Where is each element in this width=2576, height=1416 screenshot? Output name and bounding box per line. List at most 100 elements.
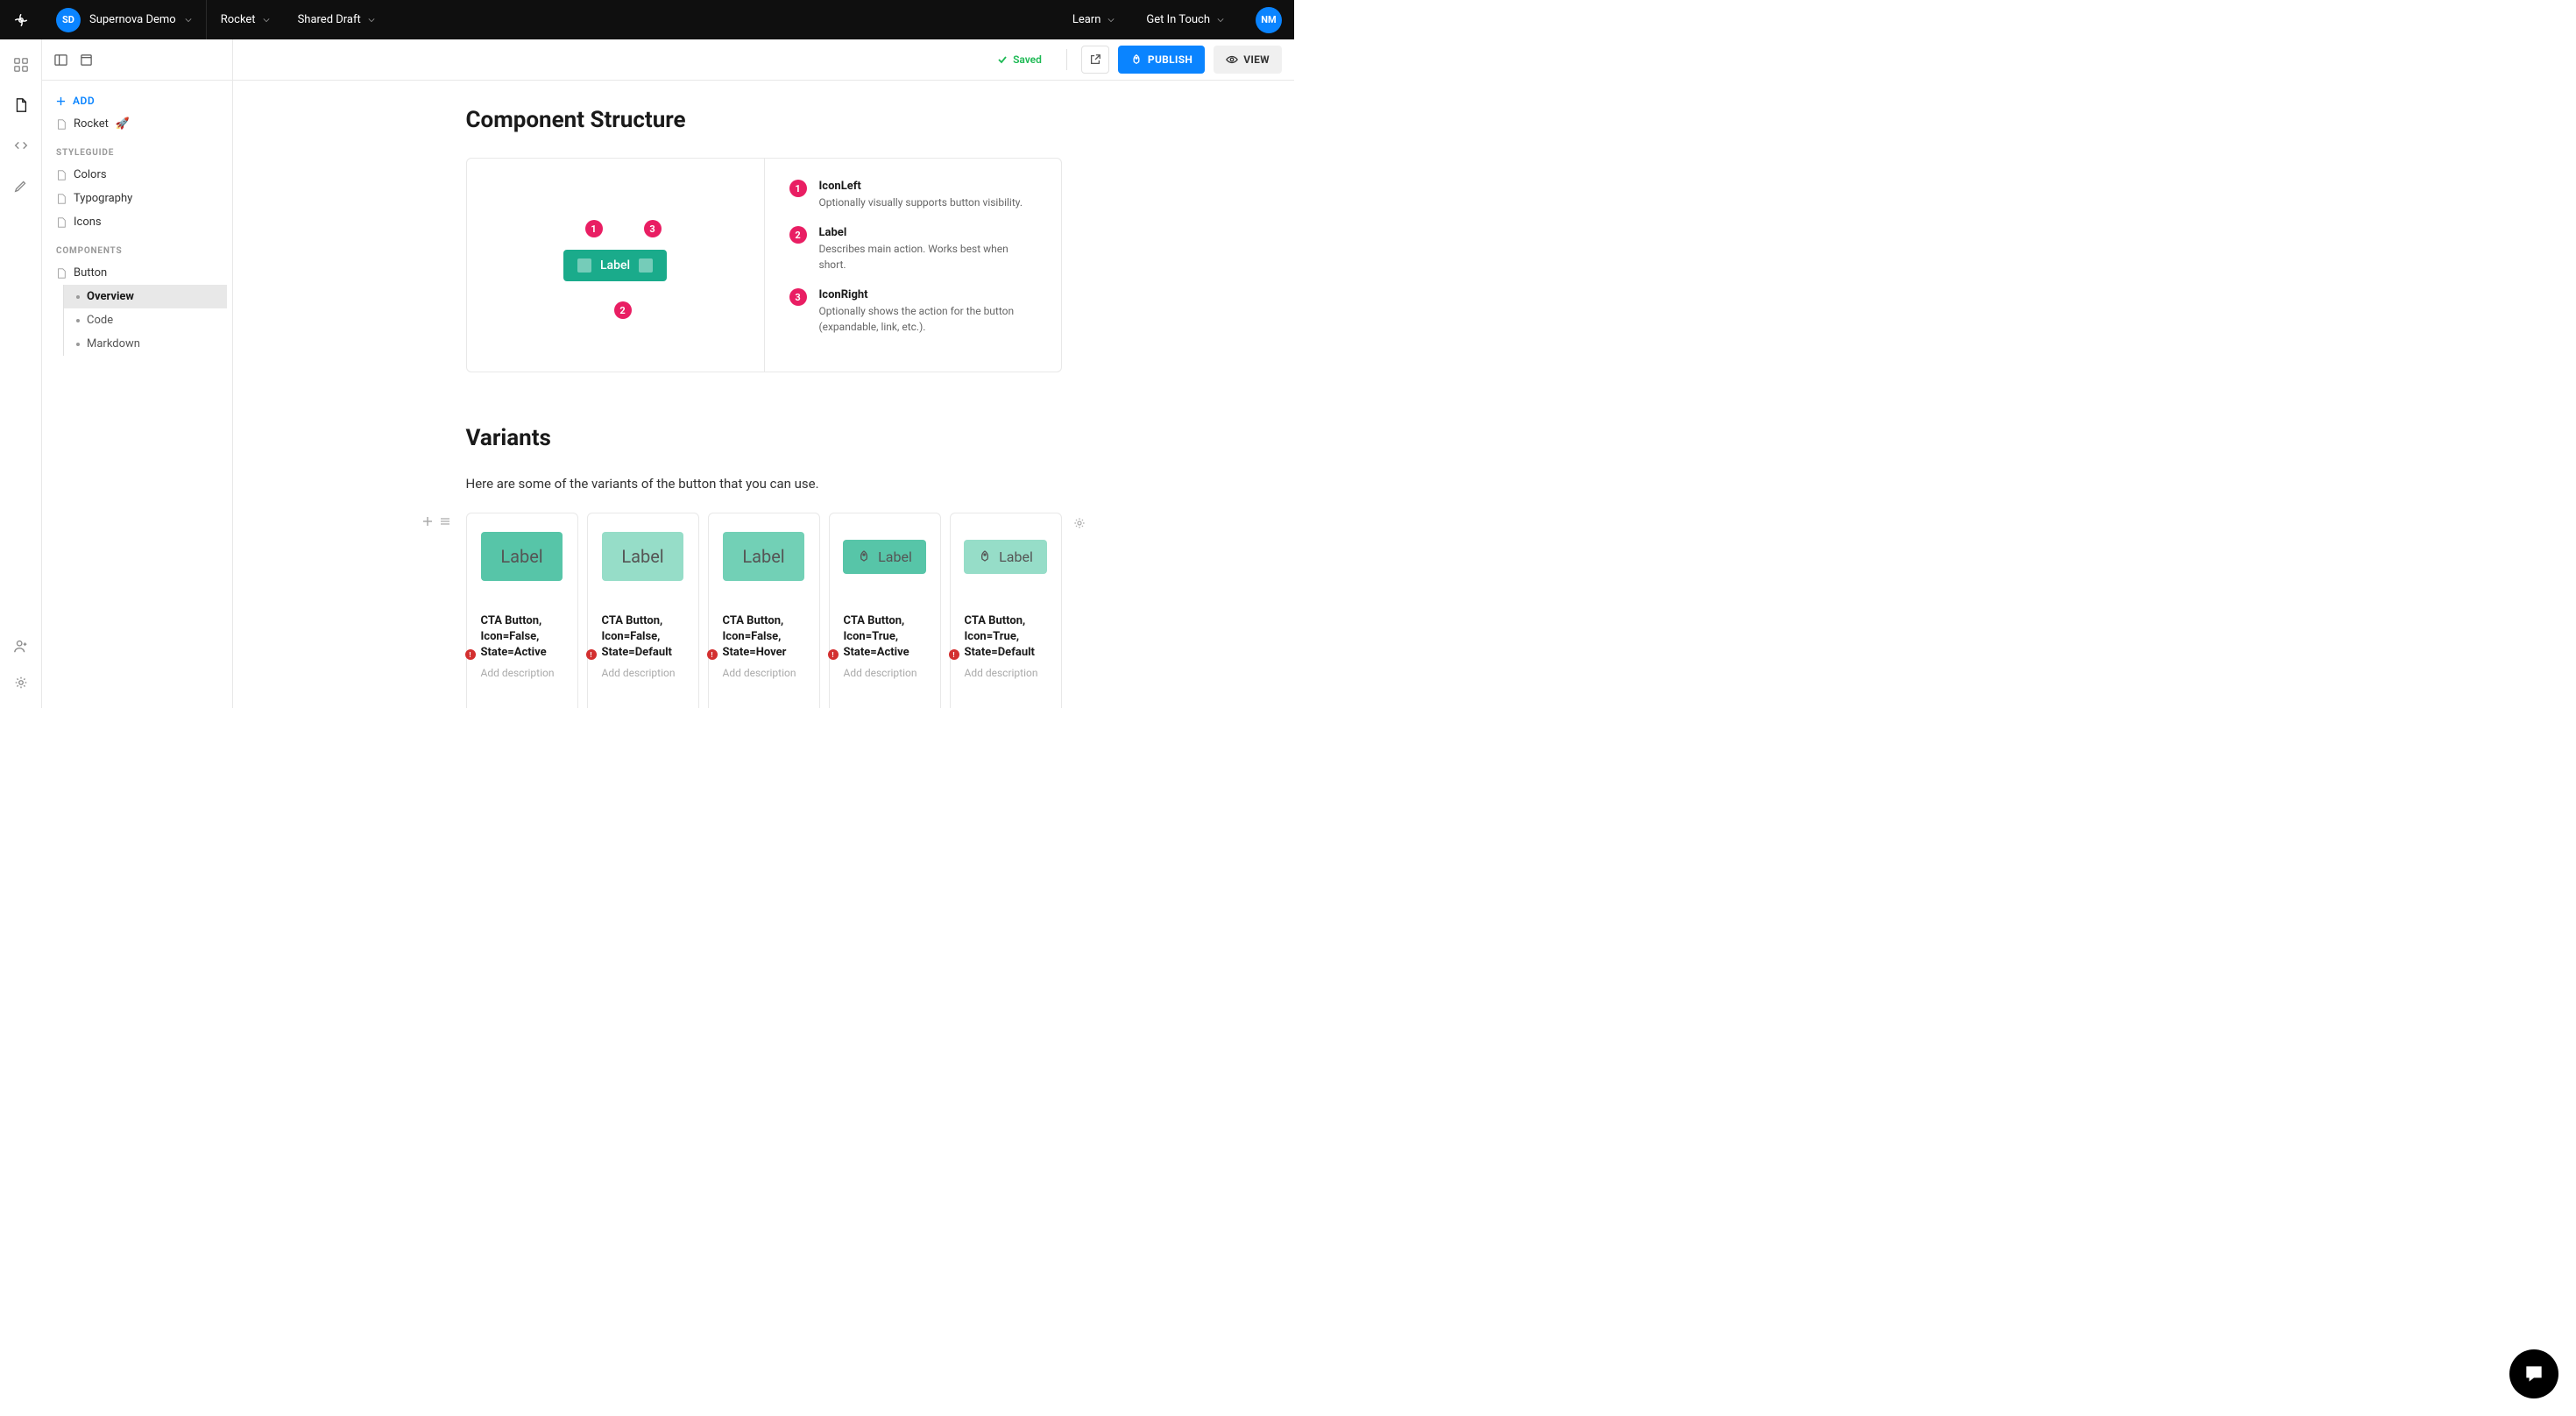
error-icon: !	[707, 649, 718, 660]
variant-preview: Label	[476, 526, 569, 587]
document-icon[interactable]	[13, 97, 29, 113]
nav-sub-overview[interactable]: Overview	[64, 285, 227, 308]
view-button[interactable]: VIEW	[1214, 46, 1282, 74]
draft-dropdown[interactable]: Shared Draft	[284, 0, 389, 39]
nav-item-icons[interactable]: Icons	[47, 210, 227, 234]
view-label: VIEW	[1243, 53, 1270, 66]
variant-card[interactable]: Label!CTA Button, Icon=False, State=Acti…	[466, 513, 578, 708]
chevron-down-icon	[263, 17, 270, 24]
page-icon	[56, 194, 67, 204]
panel-icon[interactable]	[54, 53, 67, 67]
variant-preview: Label	[597, 526, 690, 587]
plus-icon	[56, 96, 66, 106]
variant-hint[interactable]: Add description	[597, 667, 690, 679]
nav-item-colors[interactable]: Colors	[47, 163, 227, 187]
spec-row: 2LabelDescribes main action. Works best …	[789, 226, 1037, 273]
page-icon	[56, 268, 67, 279]
bullet-icon	[76, 295, 80, 299]
divider	[1066, 49, 1067, 70]
variant-hint[interactable]: Add description	[959, 667, 1052, 679]
add-label: ADD	[73, 95, 95, 107]
demo-button: Label	[563, 250, 667, 281]
variant-button: Label	[602, 532, 683, 581]
pin-1: 1	[585, 220, 603, 237]
main: Saved PUBLISH VIEW Component Structure 1	[233, 39, 1294, 708]
app-logo[interactable]	[0, 0, 42, 39]
learn-dropdown[interactable]: Learn	[1058, 13, 1129, 26]
topbar: SD Supernova Demo Rocket Shared Draft Le…	[0, 0, 1294, 39]
spec-desc: Optionally shows the action for the butt…	[819, 303, 1037, 335]
publish-label: PUBLISH	[1148, 53, 1192, 66]
drag-icon[interactable]	[440, 516, 450, 527]
nav-sub-code[interactable]: Code	[64, 308, 227, 332]
learn-label: Learn	[1072, 13, 1101, 26]
code-icon[interactable]	[13, 138, 29, 153]
chevron-down-icon	[1217, 17, 1224, 24]
draft-name: Shared Draft	[298, 13, 361, 26]
variant-card[interactable]: Label!CTA Button, Icon=False, State=Hove…	[708, 513, 820, 708]
variant-card[interactable]: Label!CTA Button, Icon=False, State=Defa…	[587, 513, 699, 708]
page-icon	[56, 217, 67, 228]
error-icon: !	[828, 649, 839, 660]
edit-icon[interactable]	[13, 178, 29, 194]
variant-button: Label	[843, 540, 926, 574]
gear-icon[interactable]	[1072, 516, 1086, 530]
nav-sub-markdown[interactable]: Markdown	[64, 332, 227, 356]
variant-button-label: Label	[878, 549, 912, 565]
contact-dropdown[interactable]: Get In Touch	[1132, 13, 1238, 26]
icon-left-slot	[577, 258, 591, 273]
add-user-icon[interactable]	[13, 638, 29, 654]
add-button[interactable]: ADD	[47, 89, 227, 112]
spec-number: 1	[789, 180, 807, 197]
project-dropdown[interactable]: Rocket	[207, 0, 284, 39]
page-icon	[56, 119, 67, 130]
structure-box: 1 3 Label 2 1IconLeftOptionally visually…	[466, 158, 1062, 372]
user-avatar[interactable]: NM	[1256, 7, 1282, 33]
rocket-icon	[857, 549, 871, 563]
variant-card[interactable]: Label!CTA Button, Icon=True, State=Activ…	[829, 513, 941, 708]
sub-item-label: Overview	[87, 290, 134, 303]
sub-item-label: Markdown	[87, 337, 140, 350]
variant-button-label: Label	[500, 546, 542, 567]
nav-root-page[interactable]: Rocket 🚀	[47, 112, 227, 136]
spec-title: IconLeft	[819, 180, 1023, 193]
pin-3: 3	[644, 220, 662, 237]
root-page-emoji: 🚀	[116, 117, 130, 131]
variant-button-label: Label	[621, 546, 663, 567]
bullet-icon	[76, 343, 80, 346]
variant-button-label: Label	[999, 549, 1033, 565]
org-switcher[interactable]: SD Supernova Demo	[42, 0, 207, 39]
open-external-button[interactable]	[1081, 46, 1109, 74]
component-root-label: Button	[74, 266, 107, 280]
variant-title: CTA Button, Icon=False, State=Active	[476, 613, 569, 662]
apps-icon[interactable]	[13, 57, 29, 73]
heading-structure: Component Structure	[466, 107, 1062, 133]
chat-icon	[2523, 1363, 2545, 1385]
variant-preview: Label	[839, 526, 931, 587]
nav-component-button[interactable]: Button	[47, 261, 227, 285]
plus-icon[interactable]	[422, 516, 433, 527]
check-icon	[997, 54, 1008, 65]
variant-hint[interactable]: Add description	[476, 667, 569, 679]
gear-icon[interactable]	[13, 675, 29, 690]
nav-item-label: Typography	[74, 192, 132, 205]
nav-rail	[0, 39, 42, 708]
variant-hint[interactable]: Add description	[718, 667, 810, 679]
variant-button: Label	[723, 532, 803, 581]
spec-number: 3	[789, 288, 807, 306]
nav-item-typography[interactable]: Typography	[47, 187, 227, 210]
variant-hint[interactable]: Add description	[839, 667, 931, 679]
error-icon: !	[949, 649, 959, 660]
spec-row: 3IconRightOptionally shows the action fo…	[789, 288, 1037, 335]
publish-button[interactable]: PUBLISH	[1118, 46, 1205, 74]
variant-button-label: Label	[742, 546, 784, 567]
variant-card[interactable]: Label!CTA Button, Icon=True, State=Defau…	[950, 513, 1062, 708]
saved-indicator: Saved	[997, 53, 1042, 66]
variant-title: CTA Button, Icon=True, State=Default	[959, 613, 1052, 662]
new-page-icon[interactable]	[80, 53, 93, 67]
variant-button: Label	[481, 532, 562, 581]
contact-label: Get In Touch	[1146, 13, 1210, 26]
spec-desc: Optionally visually supports button visi…	[819, 195, 1023, 210]
chat-fab[interactable]	[2509, 1349, 2558, 1398]
chevron-down-icon	[1108, 17, 1115, 24]
